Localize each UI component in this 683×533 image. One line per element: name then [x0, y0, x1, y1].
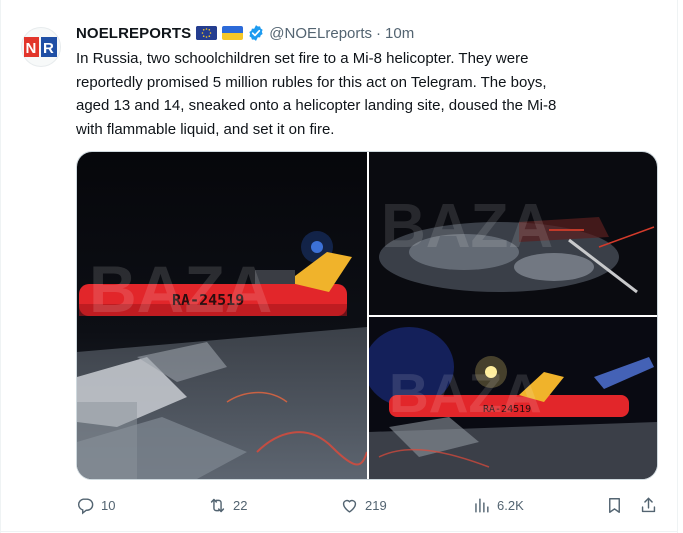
watermark-top-right: BAZA — [381, 192, 553, 261]
tweet-header: NOELREPORTS @NOELreports · 10m — [76, 22, 414, 44]
bookmark-button[interactable] — [605, 490, 624, 520]
burnt-wreckage-photo[interactable]: BAZA — [369, 152, 657, 315]
watermark-bottom-right: BAZA — [389, 362, 542, 424]
reply-icon — [77, 497, 94, 514]
card-border-left — [0, 0, 1, 533]
like-count: 219 — [365, 497, 387, 513]
like-button[interactable]: 219 — [340, 490, 387, 520]
avatar-letter-r: R — [43, 40, 54, 57]
reply-count: 10 — [101, 497, 116, 513]
author-handle[interactable]: @NOELreports — [269, 25, 372, 42]
tweet-actions: 10 22 219 6.2K — [76, 490, 660, 520]
views-button[interactable]: 6.2K — [472, 490, 524, 520]
helicopter-night-photo[interactable]: RA-24519 BAZA — [369, 317, 657, 479]
verified-badge-icon — [247, 24, 265, 42]
eu-flag-icon — [196, 26, 218, 40]
ukraine-flag-icon — [222, 26, 244, 40]
reply-button[interactable]: 10 — [76, 490, 115, 520]
card-border-bottom — [0, 531, 678, 532]
header-separator: · — [376, 24, 382, 42]
avatar-letter-n: N — [26, 40, 37, 57]
retweet-icon — [210, 498, 225, 512]
retweet-button[interactable]: 22 — [208, 490, 247, 520]
media-grid: RA-24519 BAZA BAZA RA-24519 BAZA — [76, 151, 658, 480]
share-button[interactable] — [639, 490, 658, 520]
avatar[interactable]: N R — [21, 27, 61, 67]
display-name[interactable]: NOELREPORTS — [76, 25, 191, 42]
tweet-text: In Russia, two schoolchildren set fire t… — [76, 50, 557, 138]
noelreports-logo-icon: N R — [24, 37, 57, 57]
main-helicopter-photo[interactable]: RA-24519 BAZA — [77, 152, 367, 479]
views-chart-icon — [475, 497, 489, 513]
retweet-count: 22 — [233, 497, 248, 513]
share-icon — [641, 497, 656, 512]
card-border-right — [677, 0, 678, 533]
watermark-main: BAZA — [89, 252, 272, 326]
heart-icon — [342, 499, 357, 513]
timestamp[interactable]: 10m — [385, 25, 414, 42]
views-count: 6.2K — [497, 497, 524, 513]
bookmark-icon — [609, 497, 620, 513]
